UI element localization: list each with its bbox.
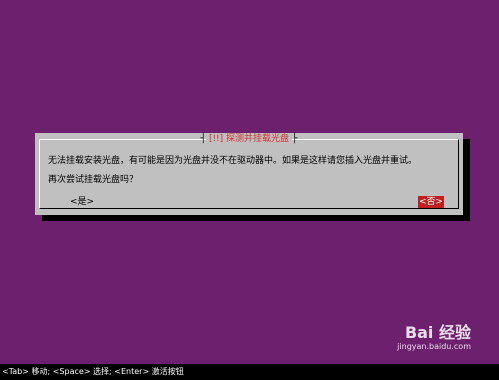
dialog-title: [!!] 探测并挂载光盘 [205,134,293,144]
dialog-frame: ┤ [!!] 探测并挂载光盘 ├ 无法挂载安装光盘，有可能是因为光盘并没不在驱动器中… [39,134,459,209]
no-button[interactable]: <否> [418,196,445,208]
title-right-edge: ├ [292,134,298,144]
dialog-message: 无法挂载安装光盘，有可能是因为光盘并没不在驱动器中。如果是这样请您插入光盘并重试… [48,156,418,166]
key-hints: <Tab> 移动; <Space> 选择; <Enter> 激活按钮 [2,367,184,376]
watermark-brand: Bai 经验 [404,323,471,342]
baidu-jingyan-watermark: Bai 经验 jingyan.baidu.com [379,324,471,360]
installer-screen: ┤ [!!] 探测并挂载光盘 ├ 无法挂载安装光盘，有可能是因为光盘并没不在驱动器中… [0,0,499,380]
dialog-question: 再次尝试挂载光盘吗？ [48,175,139,185]
status-bar: <Tab> 移动; <Space> 选择; <Enter> 激活按钮 [0,364,499,380]
watermark-logo: Bai 经验 [379,324,471,342]
mount-cdrom-dialog: ┤ [!!] 探测并挂载光盘 ├ 无法挂载安装光盘，有可能是因为光盘并没不在驱动器中… [35,133,463,215]
watermark-url: jingyan.baidu.com [397,342,471,351]
dialog-title-bar: ┤ [!!] 探测并挂载光盘 ├ [40,133,458,145]
yes-button[interactable]: <是> [70,196,94,208]
